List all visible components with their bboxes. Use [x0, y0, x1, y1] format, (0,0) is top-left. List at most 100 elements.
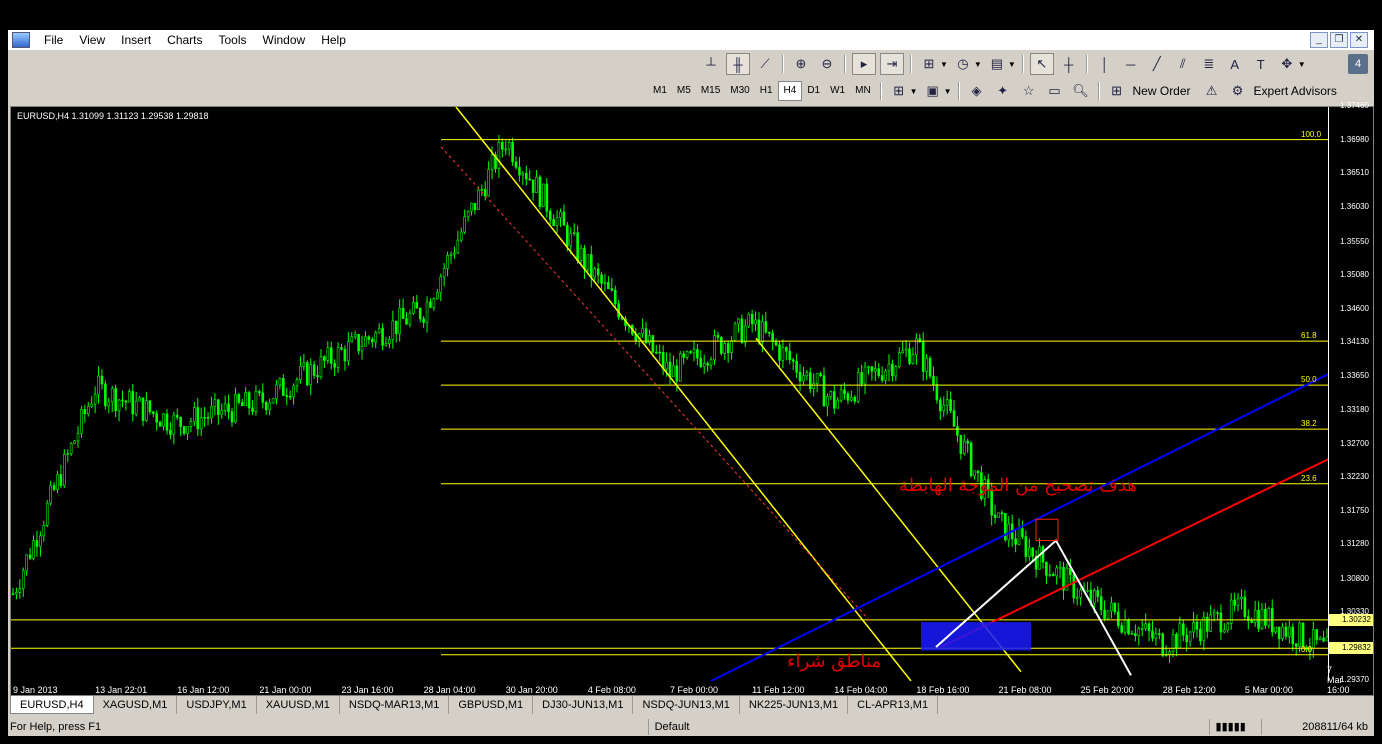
toolbar-corner-icon[interactable]: 4 [1348, 54, 1368, 74]
candle-body [692, 349, 696, 354]
strategy-tester-icon[interactable]: 🔍︎ [1070, 81, 1092, 101]
chart-tab[interactable]: NK225-JUN13,M1 [740, 696, 849, 714]
menu-insert[interactable]: Insert [113, 30, 159, 50]
timeframe-m1[interactable]: M1 [648, 82, 672, 100]
candlestick-icon[interactable]: ╫ [726, 53, 750, 75]
candle-body [487, 169, 490, 197]
dropdown-arrow-icon[interactable]: ▼ [910, 87, 918, 96]
navigator-icon[interactable]: ✦ [992, 81, 1014, 101]
chart-tab[interactable]: EURUSD,H4 [10, 696, 94, 714]
candle-body [781, 347, 785, 361]
chart-tab[interactable]: CL-APR13,M1 [848, 696, 939, 714]
timeframe-m15[interactable]: M15 [696, 82, 725, 100]
candle-body [234, 394, 237, 423]
new-order-button[interactable]: New Order [1133, 84, 1191, 98]
menu-view[interactable]: View [71, 30, 113, 50]
timeframe-m30[interactable]: M30 [725, 82, 754, 100]
candle-body [104, 383, 107, 407]
dropdown-arrow-icon[interactable]: ▼ [1008, 60, 1016, 69]
fibonacci-icon[interactable]: ≣ [1198, 54, 1220, 74]
expert-advisors-icon[interactable]: ⚙ [1227, 81, 1249, 101]
menu-tools[interactable]: Tools [211, 30, 255, 50]
candle-body [288, 395, 292, 398]
templates-icon[interactable]: ▤ [986, 54, 1008, 74]
menu-window[interactable]: Window [255, 30, 314, 50]
periods-clock-icon[interactable]: ◷ [952, 54, 974, 74]
candle-body [203, 416, 206, 419]
candle-body [158, 421, 162, 427]
chart-shift-icon[interactable]: ⇥ [880, 53, 904, 75]
price-chart[interactable]: EURUSD,H4 1.31099 1.31123 1.29538 1.2981… [10, 101, 1374, 696]
candle-body [107, 401, 111, 407]
candle-body [220, 410, 224, 415]
candle-body [658, 351, 662, 354]
indicators-icon[interactable]: ⊞ [918, 54, 940, 74]
dropdown-arrow-icon[interactable]: ▼ [1298, 60, 1306, 69]
bar-chart-icon[interactable]: ┴ [700, 54, 722, 74]
timeframe-d1[interactable]: D1 [802, 82, 825, 100]
candle-body [73, 440, 76, 444]
arrows-icon[interactable]: ✥ [1276, 54, 1298, 74]
candle-body [483, 189, 487, 197]
chart-tab[interactable]: NSDQ-MAR13,M1 [340, 696, 450, 714]
equidistant-channel-icon[interactable]: ⫽ [1172, 54, 1194, 74]
chart-tab[interactable]: DJ30-JUN13,M1 [533, 696, 634, 714]
chart-tab[interactable]: GBPUSD,M1 [449, 696, 534, 714]
price-tick: 1.36030 [1340, 202, 1369, 212]
favorites-icon[interactable]: ☆ [1018, 81, 1040, 101]
minimize-icon[interactable]: _ [1310, 32, 1328, 48]
candle-body [774, 341, 778, 346]
timeframe-h4[interactable]: H4 [777, 81, 803, 101]
candle-body [928, 358, 932, 377]
new-chart-icon[interactable]: ⊞ [888, 81, 910, 101]
zoom-out-icon[interactable]: ⊖ [816, 54, 838, 74]
market-watch-icon[interactable]: ◈ [966, 81, 988, 101]
chart-tab[interactable]: XAUUSD,M1 [257, 696, 340, 714]
terminal-icon[interactable]: ▭ [1044, 81, 1066, 101]
line-chart-icon[interactable]: ⟋ [754, 54, 776, 74]
candle-body [138, 397, 141, 402]
candle-body [463, 216, 466, 233]
close-icon[interactable]: ✕ [1350, 32, 1368, 48]
cursor-icon[interactable]: ↖ [1029, 53, 1054, 75]
warning-icon[interactable]: ⚠ [1201, 81, 1223, 101]
candle-body [901, 350, 904, 354]
profiles-icon[interactable]: ▣ [922, 81, 944, 101]
chart-tab[interactable]: NSDQ-JUN13,M1 [633, 696, 740, 714]
app-icon[interactable] [12, 32, 30, 48]
channel-lower-line [755, 337, 1022, 673]
candle-body [942, 404, 946, 412]
candle-body [1048, 574, 1052, 576]
trendline-icon[interactable]: ╱ [1146, 54, 1168, 74]
menu-file[interactable]: File [36, 30, 71, 50]
restore-icon[interactable]: ❐ [1330, 32, 1348, 48]
vertical-line-icon[interactable]: │ [1094, 54, 1116, 74]
price-scale[interactable]: 1.37460 1.36980 1.36510 1.36030 1.35550 1.350… [1328, 101, 1373, 684]
text-icon[interactable]: A [1224, 54, 1246, 74]
timeframe-h1[interactable]: H1 [755, 82, 778, 100]
time-tick: 18 Feb 16:00 [916, 685, 970, 695]
auto-scroll-icon[interactable]: ▸ [852, 53, 876, 75]
candle-body [1137, 628, 1141, 637]
candle-body [90, 403, 94, 407]
crosshair-icon[interactable]: ┼ [1058, 54, 1080, 74]
timeframe-w1[interactable]: W1 [825, 82, 850, 100]
expert-advisors-button[interactable]: Expert Advisors [1254, 84, 1337, 98]
candle-body [589, 254, 593, 278]
dropdown-arrow-icon[interactable]: ▼ [944, 87, 952, 96]
horizontal-line-icon[interactable]: ─ [1120, 54, 1142, 74]
new-order-icon[interactable]: ⊞ [1106, 81, 1128, 101]
chart-tab[interactable]: XAGUSD,M1 [94, 696, 178, 714]
candle-body [576, 232, 579, 261]
dropdown-arrow-icon[interactable]: ▼ [940, 60, 948, 69]
text-label-icon[interactable]: T [1250, 54, 1272, 74]
timeframe-m5[interactable]: M5 [672, 82, 696, 100]
menu-charts[interactable]: Charts [159, 30, 210, 50]
chart-canvas[interactable] [11, 107, 1329, 681]
chart-tab[interactable]: USDJPY,M1 [177, 696, 257, 714]
candle-body [110, 388, 114, 403]
timeframe-mn[interactable]: MN [850, 82, 876, 100]
zoom-in-icon[interactable]: ⊕ [790, 54, 812, 74]
menu-help[interactable]: Help [313, 30, 354, 50]
dropdown-arrow-icon[interactable]: ▼ [974, 60, 982, 69]
